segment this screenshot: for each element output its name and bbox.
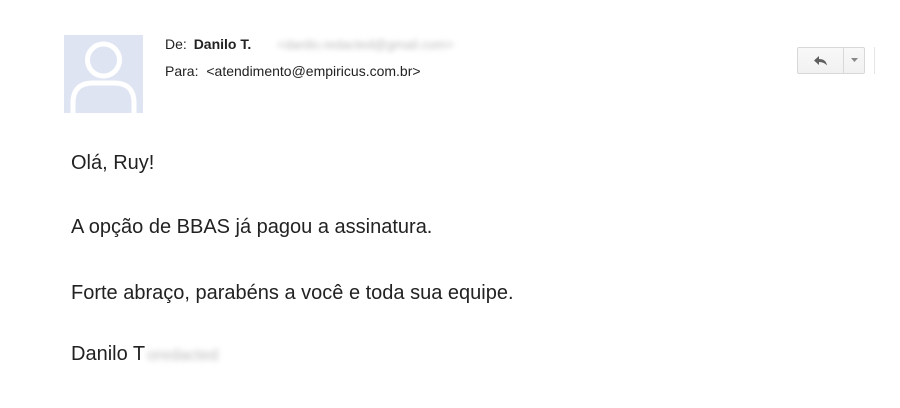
sender-line: De: Danilo T. <danilo.redacted@gmail.com…: [165, 36, 454, 52]
sender-email-redacted: <danilo.redacted@gmail.com>: [277, 37, 454, 52]
to-label: Para:: [165, 63, 199, 79]
recipient-address[interactable]: <atendimento@empiricus.com.br>: [206, 63, 420, 79]
message-line-1: A opção de BBAS já pagou a assinatura.: [71, 216, 433, 238]
message-line-2: Forte abraço, parabéns a você e toda sua…: [71, 282, 514, 304]
message-signature: Danilo Toredacted: [71, 343, 218, 366]
from-label: De:: [165, 36, 187, 52]
avatar: [64, 35, 143, 113]
chevron-down-icon: [850, 58, 858, 62]
reply-button-group: [797, 47, 865, 74]
sender-name[interactable]: Danilo T.: [194, 36, 252, 52]
recipient-line: Para: <atendimento@empiricus.com.br>: [165, 63, 421, 79]
reply-icon: [813, 55, 827, 65]
divider: [874, 47, 875, 74]
message-greeting: Olá, Ruy!: [71, 152, 155, 174]
signature-surname-redacted: oredacted: [147, 347, 219, 364]
reply-button[interactable]: [798, 48, 844, 73]
signature-name: Danilo T: [71, 343, 146, 365]
default-user-icon: [70, 41, 137, 113]
more-options-button[interactable]: [844, 48, 864, 73]
